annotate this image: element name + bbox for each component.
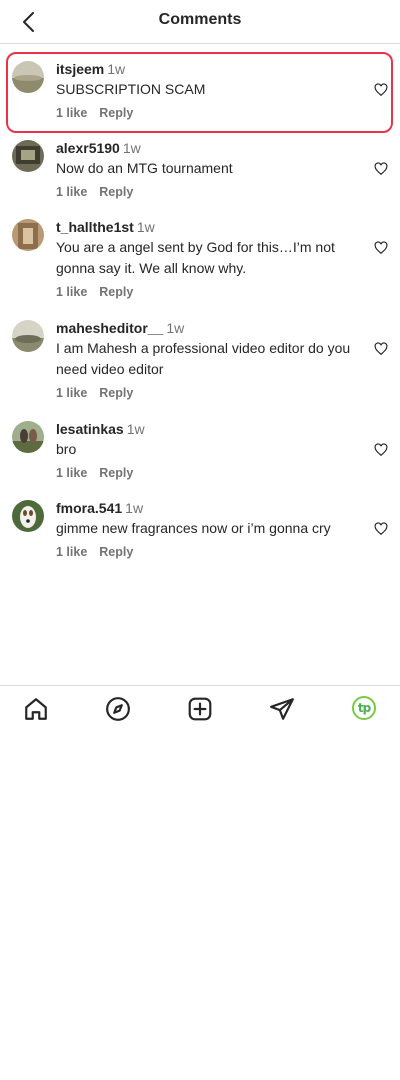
comment-text: bro bbox=[56, 441, 77, 457]
create-plus-icon[interactable] bbox=[187, 696, 213, 722]
reply-button[interactable]: Reply bbox=[99, 285, 133, 299]
comment-username[interactable]: lesatinkas bbox=[56, 421, 124, 437]
direct-send-icon[interactable] bbox=[269, 696, 295, 722]
heart-icon[interactable] bbox=[374, 162, 388, 176]
comment-time: 1w bbox=[126, 421, 145, 437]
home-icon[interactable] bbox=[23, 696, 49, 722]
avatar[interactable] bbox=[12, 320, 44, 352]
comment-body: fmora.541 1w gimme new fragrances now or … bbox=[56, 500, 356, 560]
comment-text: SUBSCRIPTION SCAM bbox=[56, 81, 206, 97]
avatar[interactable] bbox=[12, 219, 44, 251]
like-count[interactable]: 1 like bbox=[56, 466, 87, 480]
explore-compass-icon[interactable] bbox=[105, 696, 131, 722]
heart-icon[interactable] bbox=[374, 241, 388, 255]
reply-button[interactable]: Reply bbox=[99, 386, 133, 400]
avatar[interactable] bbox=[12, 421, 44, 453]
like-count[interactable]: 1 like bbox=[56, 106, 87, 120]
comment-body: alexr5190 1w Now do an MTG tournament 1 l… bbox=[56, 140, 356, 200]
avatar[interactable] bbox=[12, 500, 44, 532]
avatar[interactable] bbox=[12, 140, 44, 172]
like-count[interactable]: 1 like bbox=[56, 386, 87, 400]
comment-time: 1w bbox=[125, 500, 144, 516]
bottom-nav: tp bbox=[0, 685, 400, 731]
comment-text: gimme new fragrances now or i’m gonna cr… bbox=[56, 520, 331, 536]
reply-button[interactable]: Reply bbox=[99, 545, 133, 559]
comment-body: itsjeem 1w SUBSCRIPTION SCAM 1 like Reply bbox=[56, 61, 356, 121]
comment-username[interactable]: alexr5190 bbox=[56, 140, 120, 156]
page-title: Comments bbox=[158, 11, 242, 28]
comment-body: t_hallthe1st 1w You are a angel sent by G… bbox=[56, 219, 356, 300]
header: Comments bbox=[0, 0, 400, 44]
comment-username[interactable]: mahesheditor__ bbox=[56, 320, 163, 336]
comment-time: 1w bbox=[136, 219, 155, 235]
heart-icon[interactable] bbox=[374, 83, 388, 97]
comment-text: I am Mahesh a professional video editor … bbox=[56, 340, 351, 377]
comment-time: 1w bbox=[122, 140, 141, 156]
profile-avatar-button[interactable]: tp bbox=[352, 696, 376, 720]
reply-button[interactable]: Reply bbox=[99, 466, 133, 480]
comment-username[interactable]: t_hallthe1st bbox=[56, 219, 134, 235]
comment-body: lesatinkas 1w bro 1 like Reply bbox=[56, 421, 356, 481]
avatar[interactable] bbox=[12, 61, 44, 93]
reply-button[interactable]: Reply bbox=[99, 185, 133, 199]
comment-text: Now do an MTG tournament bbox=[56, 160, 233, 176]
comment-username[interactable]: itsjeem bbox=[56, 61, 104, 77]
heart-icon[interactable] bbox=[374, 522, 388, 536]
comment-time: 1w bbox=[166, 320, 185, 336]
heart-icon[interactable] bbox=[374, 443, 388, 457]
comment-username[interactable]: fmora.541 bbox=[56, 500, 122, 516]
like-count[interactable]: 1 like bbox=[56, 545, 87, 559]
heart-icon[interactable] bbox=[374, 342, 388, 356]
comment-text: You are a angel sent by God for this…I’m… bbox=[56, 239, 335, 276]
like-count[interactable]: 1 like bbox=[56, 185, 87, 199]
reply-button[interactable]: Reply bbox=[99, 106, 133, 120]
comment-time: 1w bbox=[107, 61, 126, 77]
comment-body: mahesheditor__ 1w I am Mahesh a professio… bbox=[56, 320, 356, 401]
like-count[interactable]: 1 like bbox=[56, 285, 87, 299]
